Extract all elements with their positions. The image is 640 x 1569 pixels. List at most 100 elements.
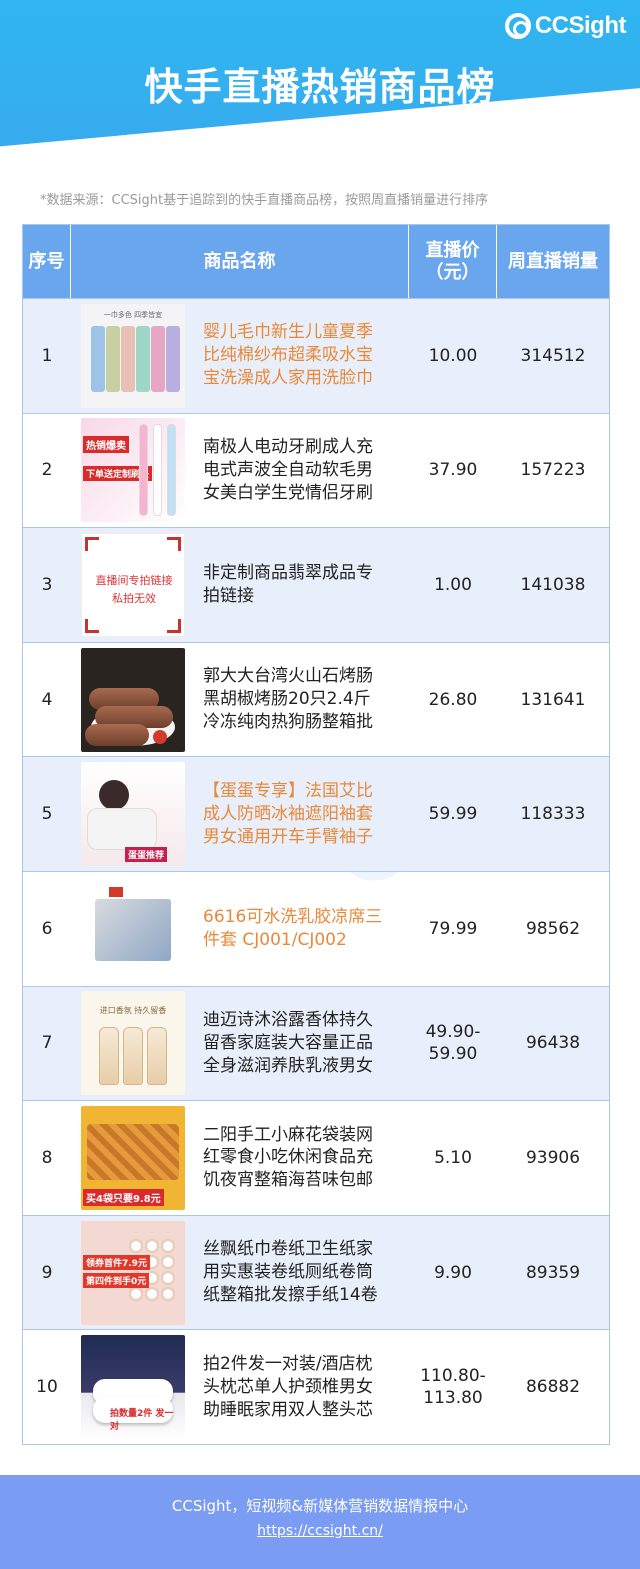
product-name[interactable]: 【蛋蛋专享】法国艾比成人防晒冰袖遮阳袖套男女通用开车手臂袖子 — [203, 780, 383, 849]
period: 时间： 2020.06.29-07.05 — [290, 118, 473, 139]
bottle-shape — [147, 1027, 167, 1086]
toothbrush-shape — [153, 424, 162, 517]
page-header: CCSight 快手直播热销商品榜 时间： 2020.06.29-07.05 — [0, 0, 640, 200]
rank-cell: 2 — [41, 460, 53, 481]
product-cell: 郭大大台湾火山石烤肠黑胡椒烤肠20只2.4斤冷冻纯肉热狗肠整箱批 — [71, 643, 409, 757]
toothbrush-shape — [139, 424, 148, 517]
link-image[interactable]: 直播间专拍链接 私拍无效 — [81, 532, 185, 637]
volume-cell: 86882 — [525, 1377, 581, 1398]
tissue-roll-shape — [161, 1286, 175, 1301]
header-price: 直播价（元） — [409, 225, 497, 298]
bottle-shape — [123, 1027, 143, 1086]
price-cell: 5.10 — [434, 1147, 472, 1168]
product-name[interactable]: 6616可水洗乳胶凉席三件套 CJ001/CJ002 — [203, 906, 383, 952]
table-row: 4 郭大大台湾火山石烤肠黑胡椒烤肠20只2.4斤冷冻纯肉热狗肠整箱批 26.80 13… — [23, 641, 609, 757]
product-name[interactable]: 丝飘纸巾卷纸卫生纸家用实惠装卷纸厕纸卷筒纸整箱批发擦手纸14卷 — [203, 1238, 383, 1307]
product-name[interactable]: 郭大大台湾火山石烤肠黑胡椒烤肠20只2.4斤冷冻纯肉热狗肠整箱批 — [203, 665, 383, 734]
price-cell: 37.90 — [428, 460, 478, 481]
mat-image[interactable] — [81, 876, 185, 981]
rank-cell: 5 — [41, 804, 53, 825]
thumb-caption: 直播间专拍链接 私拍无效 — [82, 572, 184, 607]
volume-cell: 131641 — [520, 689, 586, 710]
tissue-roll-shape — [161, 1238, 175, 1253]
thumb-caption-line2: 私拍无效 — [112, 591, 156, 605]
towel-image[interactable]: 一巾多色 四季皆宜 — [81, 303, 185, 408]
price-cell: 1.00 — [434, 574, 472, 595]
figure-head — [99, 780, 129, 811]
product-name[interactable]: 婴儿毛巾新生儿童夏季比纯棉纱布超柔吸水宝宝洗澡成人家用洗脸巾 — [203, 321, 383, 390]
page-footer: CCSight，短视频&新媒体营销数据情报中心 https://ccsight.… — [0, 1475, 640, 1569]
towel-shape — [166, 325, 180, 392]
snack-shape — [87, 1123, 179, 1180]
product-name[interactable]: 非定制商品翡翠成品专拍链接 — [203, 562, 383, 608]
frame-corner — [167, 618, 181, 633]
tomato-shape — [153, 729, 167, 744]
footer-link[interactable]: https://ccsight.cn/ — [0, 1523, 640, 1539]
ccsight-logo: CCSight — [504, 12, 627, 40]
table-row: 1 一巾多色 四季皆宜婴儿毛巾新生儿童夏季比纯棉纱布超柔吸水宝宝洗澡成人家用洗脸巾… — [23, 298, 609, 413]
product-cell: 一巾多色 四季皆宜婴儿毛巾新生儿童夏季比纯棉纱布超柔吸水宝宝洗澡成人家用洗脸巾 — [71, 299, 409, 413]
volume-cell: 141038 — [520, 574, 586, 595]
table-row: 6 6616可水洗乳胶凉席三件套 CJ001/CJ002 79.99 98562 — [23, 870, 609, 986]
sausage-shape — [85, 723, 149, 746]
rank-cell: 1 — [41, 345, 53, 366]
header-rank: 序号 — [23, 225, 71, 298]
product-cell: 热销爆卖 下单送定制刷头 南极人电动牙刷成人充电式声波全自动软毛男女美白学生党情侣牙… — [71, 414, 409, 528]
volume-cell: 118333 — [520, 804, 586, 825]
frame-corner — [167, 536, 181, 551]
volume-cell: 98562 — [525, 918, 581, 939]
thumb-caption-line1: 直播间专拍链接 — [95, 573, 173, 587]
product-name[interactable]: 二阳手工小麻花袋装网红零食小吃休闲食品充饥夜宵整箱海苔味包邮 — [203, 1124, 383, 1193]
source-note: *数据来源：CCSight基于追踪到的快手直播商品榜，按照周直播销量进行排序 — [40, 193, 489, 208]
thumb-caption: 蛋蛋推荐 — [125, 847, 168, 863]
product-cell: 拍数量2件 发一对 拍2件发一对装/酒店枕头枕芯单人护颈椎男女助睡眠家用双人整头芯 — [71, 1330, 409, 1444]
table-header: 序号 商品名称 直播价（元） 周直播销量 — [23, 225, 609, 298]
product-cell: 蛋蛋推荐 【蛋蛋专享】法国艾比成人防晒冰袖遮阳袖套男女通用开车手臂袖子 — [71, 757, 409, 871]
header-volume: 周直播销量 — [508, 250, 598, 272]
header-price-text: 直播价（元） — [425, 239, 480, 283]
tissue-roll-shape — [129, 1238, 143, 1253]
table-row: 9 领券首件7.9元 第四件到手0元 丝飘纸巾卷纸卫生纸家用实惠装卷纸厕纸卷筒纸整箱批… — [23, 1214, 609, 1330]
table-row: 8 买4袋只要9.8元 二阳手工小麻花袋装网红零食小吃休闲食品充饥夜宵整箱海苔味包邮… — [23, 1100, 609, 1215]
towel-shape — [106, 325, 120, 392]
price-cell: 79.99 — [428, 918, 478, 939]
thumb-caption: 进口香氛 持久留香 — [99, 1006, 167, 1016]
volume-cell: 93906 — [525, 1147, 581, 1168]
sausage-image[interactable] — [81, 647, 185, 752]
table-row: 3 直播间专拍链接 私拍无效 非定制商品翡翠成品专拍链接 1.00 141038 — [23, 527, 609, 642]
towel-shape — [136, 325, 150, 392]
period-label: 时间： — [290, 120, 336, 138]
page-title: 快手直播热销商品榜 — [144, 65, 496, 109]
brand-badge — [109, 886, 123, 897]
volume-cell: 157223 — [520, 460, 586, 481]
table-row: 10 拍数量2件 发一对 拍2件发一对装/酒店枕头枕芯单人护颈椎男女助睡眠家用双人整… — [23, 1329, 609, 1444]
frame-corner — [85, 536, 99, 551]
frame-corner — [85, 618, 99, 633]
toothbrush-shape — [167, 424, 176, 517]
price-cell: 49.90-59.90 — [425, 1022, 481, 1065]
period-value: 2020.06.29-07.05 — [339, 120, 474, 138]
thumb-caption: 一巾多色 四季皆宜 — [103, 310, 163, 319]
product-cell: 进口香氛 持久留香 迪迈诗沐浴露香体持久留香家庭装大容量正品全身滋润养肤乳液男女 — [71, 987, 409, 1101]
product-name[interactable]: 迪迈诗沐浴露香体持久留香家庭装大容量正品全身滋润养肤乳液男女 — [203, 1009, 383, 1078]
tissue-image[interactable]: 领券首件7.9元 第四件到手0元 — [81, 1220, 185, 1325]
tissue-roll-shape — [161, 1254, 175, 1269]
table-row: 7 进口香氛 持久留香 迪迈诗沐浴露香体持久留香家庭装大容量正品全身滋润养肤乳液男女… — [23, 985, 609, 1101]
product-name[interactable]: 南极人电动牙刷成人充电式声波全自动软毛男女美白学生党情侣牙刷 — [203, 436, 383, 505]
sleeve-image[interactable]: 蛋蛋推荐 — [81, 762, 185, 867]
rank-cell: 6 — [41, 918, 53, 939]
rank-cell: 4 — [41, 689, 53, 710]
bodywash-image[interactable]: 进口香氛 持久留香 — [81, 991, 185, 1096]
price-cell: 59.99 — [428, 804, 478, 825]
tissue-roll-shape — [145, 1238, 159, 1253]
product-cell: 直播间专拍链接 私拍无效 非定制商品翡翠成品专拍链接 — [71, 528, 409, 642]
ranking-table: 序号 商品名称 直播价（元） 周直播销量 1 一巾多色 四季皆宜婴儿毛巾新生儿童夏… — [22, 224, 610, 1445]
table-row: 5 蛋蛋推荐 【蛋蛋专享】法国艾比成人防晒冰袖遮阳袖套男女通用开车手臂袖子 59.99… — [23, 756, 609, 871]
rank-cell: 8 — [41, 1147, 53, 1168]
rank-cell: 10 — [36, 1377, 58, 1398]
towel-shape — [151, 325, 165, 392]
snack-image[interactable]: 买4袋只要9.8元 — [81, 1105, 185, 1210]
pillow-image[interactable]: 拍数量2件 发一对 — [81, 1335, 185, 1440]
product-name[interactable]: 拍2件发一对装/酒店枕头枕芯单人护颈椎男女助睡眠家用双人整头芯 — [203, 1353, 383, 1422]
toothbrush-image[interactable]: 热销爆卖 下单送定制刷头 — [81, 418, 185, 523]
